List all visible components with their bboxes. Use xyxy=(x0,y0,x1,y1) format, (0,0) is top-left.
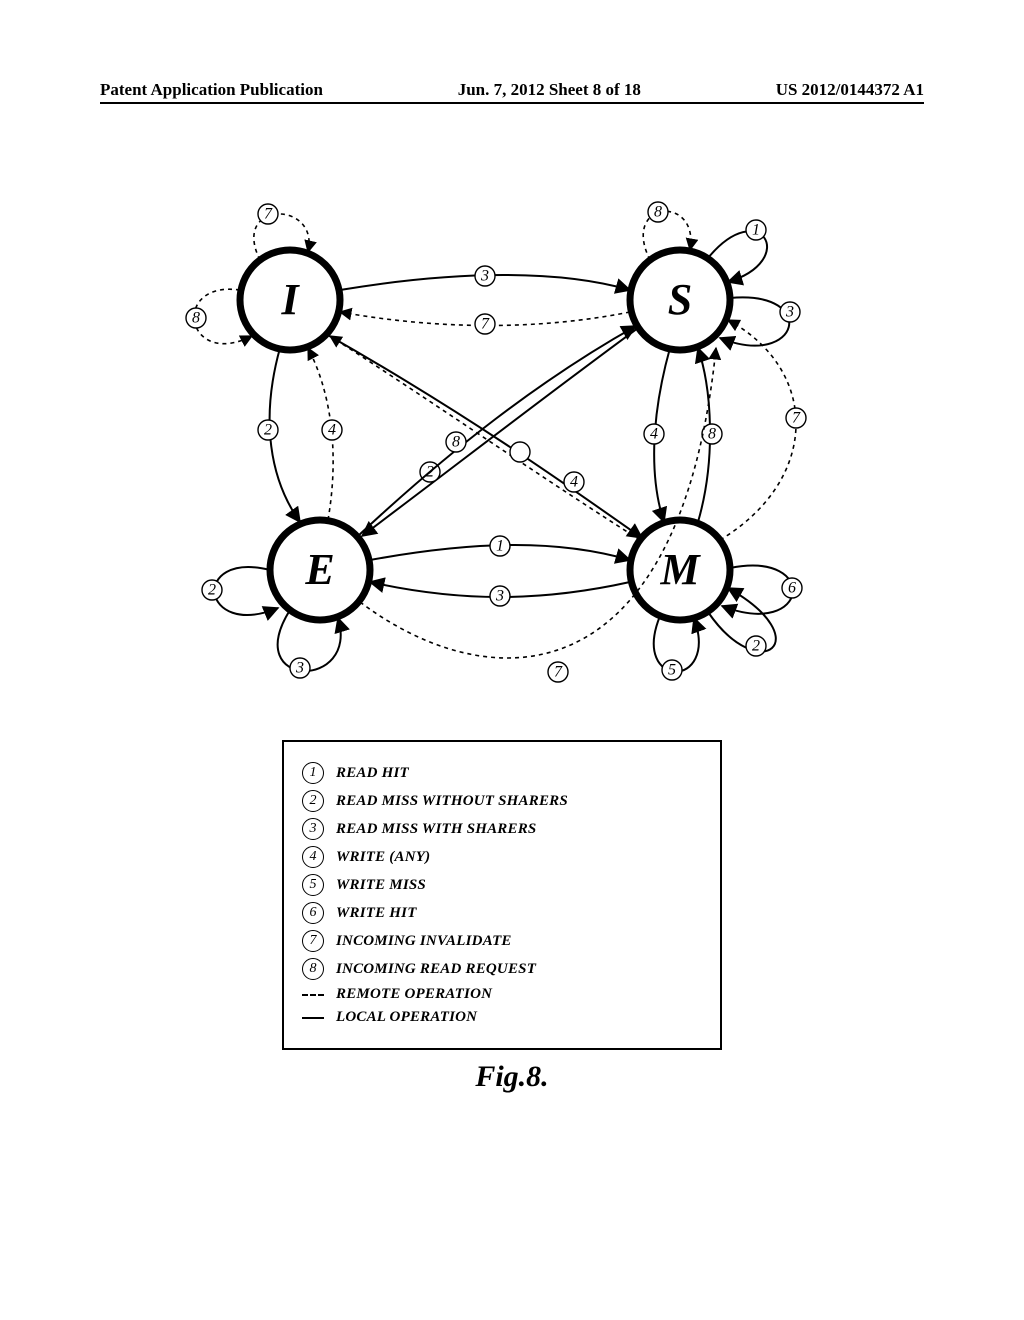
state-label-I: I xyxy=(280,275,300,324)
header-right: US 2012/0144372 A1 xyxy=(776,80,924,100)
edge-label: 7 xyxy=(554,664,563,681)
legend-row: REMOTE OPERATION xyxy=(302,986,702,1003)
legend-num-icon: 3 xyxy=(302,818,324,840)
legend-num-icon: 7 xyxy=(302,930,324,952)
state-label-S: S xyxy=(668,275,692,324)
edge-label: 8 xyxy=(452,434,460,451)
legend-num-icon: 8 xyxy=(302,958,324,980)
edge-label: 7 xyxy=(481,316,490,333)
legend-row: 7 INCOMING INVALIDATE xyxy=(302,930,702,952)
state-node-I: I xyxy=(240,250,340,350)
edge-label: 2 xyxy=(208,582,216,599)
edge-label: 2 xyxy=(264,422,272,439)
legend-text: INCOMING INVALIDATE xyxy=(336,933,512,950)
state-node-S: S xyxy=(630,250,730,350)
legend-text: LOCAL OPERATION xyxy=(336,1009,477,1026)
legend-solid-line-icon xyxy=(302,1017,324,1019)
header-center: Jun. 7, 2012 Sheet 8 of 18 xyxy=(458,80,641,100)
legend-text: READ HIT xyxy=(336,765,409,782)
edge-M-S-8 xyxy=(720,320,796,540)
legend-text: READ MISS WITH SHARERS xyxy=(336,821,536,838)
legend-row: 4 WRITE (ANY) xyxy=(302,846,702,868)
state-node-M: M xyxy=(630,520,730,620)
figure-caption: Fig.8. xyxy=(0,1060,1024,1094)
edge-label: 4 xyxy=(570,474,578,491)
legend-row: 1 READ HIT xyxy=(302,762,702,784)
edge-label: 2 xyxy=(752,638,760,655)
header-left: Patent Application Publication xyxy=(100,80,323,100)
legend-row: 6 WRITE HIT xyxy=(302,902,702,924)
state-label-E: E xyxy=(304,545,334,594)
legend-row: 3 READ MISS WITH SHARERS xyxy=(302,818,702,840)
edge-label: 7 xyxy=(792,410,801,427)
legend-text: REMOTE OPERATION xyxy=(336,986,492,1003)
edge-label: 4 xyxy=(328,422,336,439)
edge-label: 1 xyxy=(496,538,504,555)
edge-label: 8 xyxy=(708,426,716,443)
edge-label: 5 xyxy=(668,662,676,679)
page-header: Patent Application Publication Jun. 7, 2… xyxy=(100,80,924,100)
edge-label: 1 xyxy=(752,222,760,239)
legend-text: WRITE MISS xyxy=(336,877,426,894)
legend-num-icon: 6 xyxy=(302,902,324,924)
legend-num-icon: 1 xyxy=(302,762,324,784)
edge-label: 7 xyxy=(264,206,273,223)
edge-label: 3 xyxy=(480,268,489,285)
edge-label: 8 xyxy=(654,204,662,221)
legend-text: WRITE (ANY) xyxy=(336,849,430,866)
legend-num-icon: 5 xyxy=(302,874,324,896)
legend-row: 5 WRITE MISS xyxy=(302,874,702,896)
edge-label: 3 xyxy=(295,660,304,677)
legend-row: 8 INCOMING READ REQUEST xyxy=(302,958,702,980)
legend-num-icon: 2 xyxy=(302,790,324,812)
edge-label: 3 xyxy=(495,588,504,605)
edge-label: 4 xyxy=(650,426,658,443)
edge-label: 3 xyxy=(785,304,794,321)
edge-label: 8 xyxy=(192,310,200,327)
legend-text: READ MISS WITHOUT SHARERS xyxy=(336,793,568,810)
page: Patent Application Publication Jun. 7, 2… xyxy=(0,0,1024,1320)
edge-M-I-7 xyxy=(330,336,640,540)
edge-label: 6 xyxy=(788,580,796,597)
edge-I-M-4 xyxy=(326,334,642,538)
legend-text: INCOMING READ REQUEST xyxy=(336,961,536,978)
header-rule xyxy=(100,102,924,104)
legend-num-icon: 4 xyxy=(302,846,324,868)
legend-text: WRITE HIT xyxy=(336,905,417,922)
state-diagram: I S E M 7 8 1 xyxy=(160,220,840,700)
state-node-E: E xyxy=(270,520,370,620)
legend: 1 READ HIT 2 READ MISS WITHOUT SHARERS 3… xyxy=(282,740,722,1050)
state-diagram-svg: I S E M 7 8 1 xyxy=(160,220,840,700)
legend-row: 2 READ MISS WITHOUT SHARERS xyxy=(302,790,702,812)
legend-row: LOCAL OPERATION xyxy=(302,1009,702,1026)
edge-S-E-2 xyxy=(362,328,638,536)
legend-dashed-line-icon xyxy=(302,994,324,996)
state-label-M: M xyxy=(659,545,701,594)
